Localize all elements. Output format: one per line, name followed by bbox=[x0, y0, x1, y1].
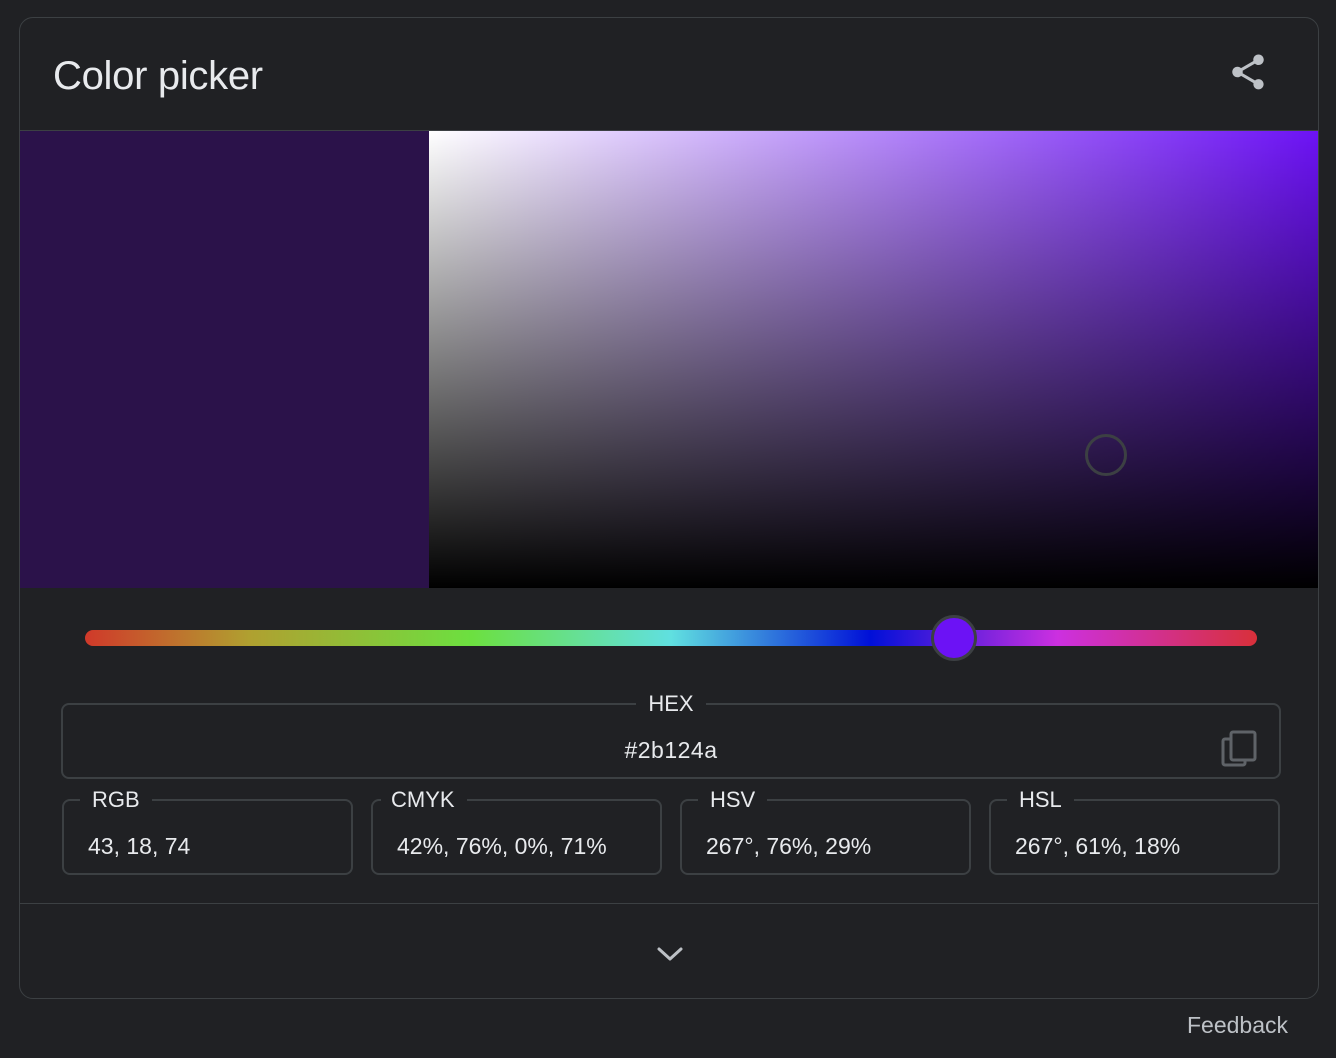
hsv-label: HSV bbox=[710, 787, 756, 812]
share-icon bbox=[1232, 54, 1264, 90]
card-header: Color picker bbox=[20, 18, 1318, 131]
hsv-value[interactable]: 267°, 76%, 29% bbox=[706, 833, 871, 860]
hue-slider-handle[interactable] bbox=[931, 615, 978, 661]
rgb-label: RGB bbox=[92, 787, 140, 812]
hsl-label: HSL bbox=[1019, 787, 1062, 812]
copy-icon bbox=[1221, 730, 1257, 767]
cmyk-value[interactable]: 42%, 76%, 0%, 71% bbox=[397, 833, 607, 860]
hex-label: HEX bbox=[648, 691, 694, 716]
rgb-field[interactable]: RGB 43, 18, 74 bbox=[62, 789, 353, 875]
color-picker-card: Color picker HEX #2b124a RGB 43, 18, 74 … bbox=[19, 17, 1319, 999]
hex-field[interactable]: HEX #2b124a bbox=[61, 693, 1281, 779]
selected-color-swatch bbox=[20, 131, 429, 588]
hex-value[interactable]: #2b124a bbox=[63, 737, 1279, 764]
sv-black-layer bbox=[429, 131, 1318, 588]
hsl-value[interactable]: 267°, 61%, 18% bbox=[1015, 833, 1180, 860]
rgb-value[interactable]: 43, 18, 74 bbox=[88, 833, 190, 860]
hsl-field[interactable]: HSL 267°, 61%, 18% bbox=[989, 789, 1280, 875]
saturation-value-area[interactable] bbox=[429, 131, 1318, 588]
widget-title: Color picker bbox=[53, 54, 263, 98]
cmyk-label: CMYK bbox=[391, 787, 455, 812]
hsv-field[interactable]: HSV 267°, 76%, 29% bbox=[680, 789, 971, 875]
hue-slider[interactable] bbox=[85, 615, 1257, 661]
chevron-down-icon bbox=[657, 947, 683, 961]
footer-divider bbox=[20, 903, 1318, 904]
cmyk-field[interactable]: CMYK 42%, 76%, 0%, 71% bbox=[371, 789, 662, 875]
sv-handle[interactable] bbox=[1085, 434, 1128, 477]
feedback-link[interactable]: Feedback bbox=[1187, 1012, 1288, 1039]
copy-button[interactable] bbox=[1219, 729, 1259, 769]
expand-button[interactable] bbox=[646, 930, 694, 978]
share-button[interactable] bbox=[1220, 44, 1276, 100]
